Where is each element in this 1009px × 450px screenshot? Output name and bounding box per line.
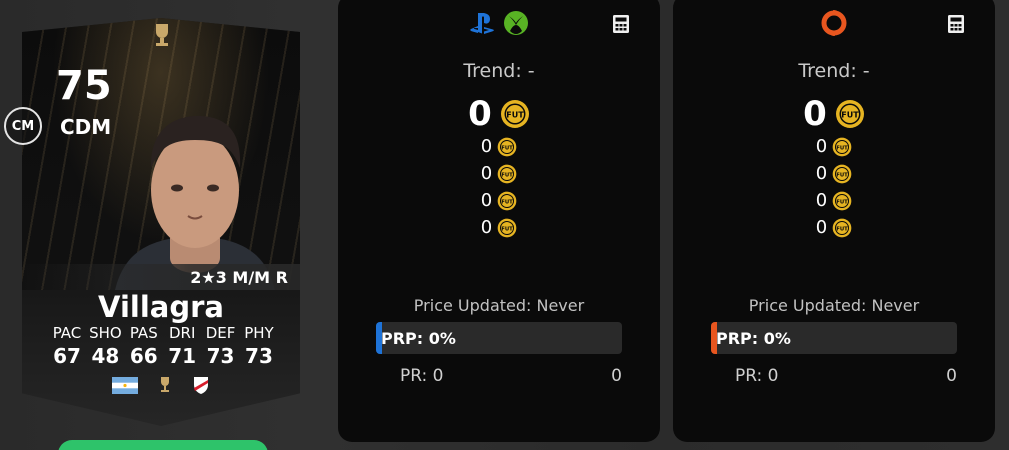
pc-price-panel: Trend: - 0 FUT 0 FUT 0 FUT 0 FUT 0 FUT P… — [673, 0, 995, 442]
fut-coin-icon: FUT — [497, 218, 517, 237]
origin-icon — [821, 10, 847, 36]
svg-text:FUT: FUT — [836, 172, 848, 178]
libertadores-logo-icon — [161, 377, 169, 392]
price-range-max: 0 — [946, 366, 957, 386]
price-value: 0 — [815, 217, 828, 238]
stat-value: 66 — [129, 344, 158, 368]
price-row: 0 FUT — [338, 217, 660, 238]
fut-coin-icon: FUT — [832, 191, 852, 210]
price-range-label: PR: 0 — [735, 366, 779, 386]
prp-bar: PRP: 0% — [376, 322, 622, 354]
stat-label: SHO — [89, 324, 122, 342]
river-plate-crest-icon — [194, 377, 208, 394]
svg-text:FUT: FUT — [841, 111, 859, 120]
trend-label: Trend: - — [798, 60, 870, 82]
price-row: 0 FUT — [673, 163, 995, 184]
prp-label: PRP: 0% — [716, 329, 791, 348]
stat-label: DEF — [205, 324, 236, 342]
stat-label: PAS — [129, 324, 158, 342]
fut-coin-icon: FUT — [500, 100, 529, 128]
price-value: 0 — [480, 163, 493, 184]
price-value: 0 — [815, 136, 828, 157]
card-position: CDM — [60, 115, 112, 139]
price-range-label: PR: 0 — [400, 366, 444, 386]
console-price-panel: Trend: - 0 FUT 0 FUT 0 FUT 0 FUT 0 FUT P… — [338, 0, 660, 442]
price-updated-label: Price Updated: Never — [413, 296, 585, 315]
svg-text:FUT: FUT — [506, 111, 524, 120]
price-row: 0 FUT — [673, 136, 995, 157]
stat-value: 48 — [91, 344, 120, 368]
fut-coin-icon: FUT — [832, 218, 852, 237]
skills-weakfoot-workrate: 2★3 M/M R — [190, 268, 288, 287]
league-logo-icon — [156, 24, 168, 46]
stat-value: 71 — [168, 344, 197, 368]
svg-text:FUT: FUT — [501, 172, 513, 178]
price-value: 0 — [803, 94, 827, 134]
price-value: 0 — [480, 190, 493, 211]
svg-text:FUT: FUT — [501, 226, 513, 232]
price-row: 0 FUT — [338, 190, 660, 211]
stat-phy: PHY 73 — [240, 324, 278, 368]
svg-text:FUT: FUT — [501, 199, 513, 205]
price-value: 0 — [815, 163, 828, 184]
price-row: 0 FUT — [338, 163, 660, 184]
fut-coin-icon: FUT — [497, 191, 517, 210]
price-range-max: 0 — [611, 366, 622, 386]
stat-value: 73 — [206, 344, 235, 368]
svg-text:FUT: FUT — [836, 226, 848, 232]
calculator-icon[interactable] — [947, 14, 965, 34]
fut-coin-icon: FUT — [832, 137, 852, 156]
fut-coin-icon: FUT — [497, 164, 517, 183]
stat-pas: PAS 66 — [125, 324, 163, 368]
prp-bar: PRP: 0% — [711, 322, 957, 354]
stat-def: DEF 73 — [202, 324, 240, 368]
trend-label: Trend: - — [463, 60, 535, 82]
card-rating: 75 — [56, 63, 112, 109]
calculator-icon[interactable] — [612, 14, 630, 34]
stat-label: PHY — [244, 324, 274, 342]
svg-text:FUT: FUT — [836, 145, 848, 151]
fut-coin-icon: FUT — [832, 164, 852, 183]
price-row: 0 FUT — [673, 217, 995, 238]
svg-text:FUT: FUT — [836, 199, 848, 205]
fut-coin-icon: FUT — [835, 100, 864, 128]
primary-action-button[interactable] — [58, 440, 268, 450]
price-value: 0 — [480, 217, 493, 238]
playstation-icon — [470, 13, 494, 34]
stat-dri: DRI 71 — [163, 324, 201, 368]
price-value: 0 — [480, 136, 493, 157]
alt-position-badge[interactable]: CM — [4, 107, 42, 145]
stat-value: 73 — [245, 344, 273, 368]
player-card[interactable]: 75 CDM 2★3 M/M R Villagra PAC 67 SHO 48 … — [22, 18, 300, 426]
price-row: 0 FUT — [673, 190, 995, 211]
card-badges — [112, 375, 210, 395]
svg-text:FUT: FUT — [501, 145, 513, 151]
fut-coin-icon: FUT — [497, 137, 517, 156]
lowest-price: 0 FUT — [338, 94, 660, 134]
argentina-flag-icon — [112, 376, 138, 394]
prp-label: PRP: 0% — [381, 329, 456, 348]
price-value: 0 — [815, 190, 828, 211]
price-updated-label: Price Updated: Never — [748, 296, 920, 315]
stat-label: DRI — [168, 324, 196, 342]
price-row: 0 FUT — [338, 136, 660, 157]
price-value: 0 — [468, 94, 492, 134]
lowest-price: 0 FUT — [673, 94, 995, 134]
stat-sho: SHO 48 — [86, 324, 124, 368]
stat-pac: PAC 67 — [48, 324, 86, 368]
stats-row: PAC 67 SHO 48 PAS 66 DRI 71 DEF 73 PHY 7… — [48, 324, 278, 368]
player-portrait — [115, 116, 275, 290]
stat-value: 67 — [53, 344, 81, 368]
stat-label: PAC — [52, 324, 82, 342]
xbox-icon — [504, 11, 528, 35]
player-name: Villagra — [98, 290, 224, 324]
